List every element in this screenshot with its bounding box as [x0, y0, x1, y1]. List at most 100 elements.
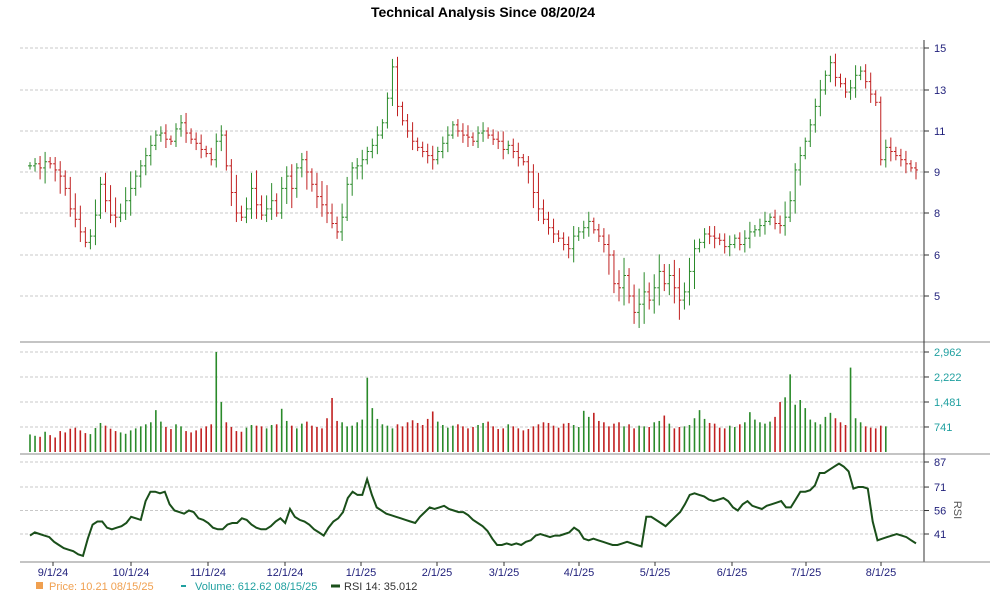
volume-bar [728, 425, 731, 452]
volume-bar [94, 428, 97, 452]
price-bar [471, 132, 475, 146]
volume-bar [200, 428, 202, 452]
volume-bar [794, 404, 796, 452]
price-bar [395, 56, 400, 117]
price-bar [133, 170, 138, 196]
volume-bar [754, 419, 756, 452]
price-bar [581, 220, 586, 239]
volume-bar [426, 418, 429, 452]
price-bar [476, 126, 481, 149]
price-bar [727, 235, 732, 257]
volume-bar [165, 427, 167, 452]
volume-bar [688, 424, 691, 452]
price-bar [168, 135, 173, 145]
price-bar [853, 65, 858, 98]
volume-bar [235, 431, 238, 452]
x-tick-label: 9/1/24 [38, 567, 69, 579]
price-bar [888, 137, 893, 162]
price-bar [556, 230, 561, 242]
price-bar [299, 152, 304, 178]
price-bar [914, 162, 918, 180]
price-bar [662, 264, 667, 292]
price-tick-label: 11 [934, 126, 945, 138]
price-bar [138, 160, 143, 188]
volume-bar [59, 431, 62, 452]
price-bar [58, 161, 63, 194]
volume-bar [170, 429, 172, 452]
rsi-tick-label: 56 [934, 506, 946, 518]
volume-bar [643, 426, 645, 452]
x-tick-label: 6/1/25 [717, 567, 748, 579]
volume-bar [879, 425, 882, 452]
price-bar [571, 226, 576, 263]
price-bar [113, 197, 118, 228]
volume-bar [84, 433, 87, 452]
chart-title: Technical Analysis Since 08/20/24 [371, 4, 595, 20]
price-bar [707, 226, 712, 245]
price-bar [768, 213, 773, 226]
volume-bar [502, 428, 505, 452]
price-bar [93, 199, 98, 246]
price-bar [163, 124, 168, 149]
price-bar [863, 64, 868, 89]
volume-bar [582, 410, 585, 452]
volume-bar [759, 422, 761, 452]
volume-bar [668, 423, 671, 452]
price-bar [350, 162, 355, 196]
price-bar [778, 215, 783, 234]
price-bar [757, 218, 762, 237]
volume-bar [532, 426, 535, 452]
volume-bar [638, 425, 640, 452]
volume-bar [301, 423, 303, 452]
price-bar [53, 157, 58, 182]
volume-bar [411, 420, 414, 452]
rsi-tick-label: 87 [934, 457, 946, 469]
volume-tick-label: 1,481 [934, 397, 962, 409]
legend-price: Price: 10.21 08/15/25 [49, 581, 154, 593]
chart-container: Technical Analysis Since 08/20/24 5 6 8 9 11… [0, 0, 1000, 600]
price-bar [103, 172, 108, 213]
price-bar [637, 288, 642, 328]
volume-bar [864, 426, 867, 452]
price-bar [732, 234, 737, 249]
volume-bar [190, 432, 192, 452]
rsi-line [29, 462, 917, 558]
volume-bar [628, 424, 630, 452]
price-bar [63, 170, 68, 196]
volume-bar [718, 427, 721, 452]
price-bar [430, 145, 435, 170]
price-bar [576, 227, 581, 241]
volume-bar [341, 422, 343, 452]
price-bar [229, 159, 234, 207]
price-bar [319, 181, 324, 217]
volume-bar [39, 436, 41, 452]
price-bar [264, 195, 269, 223]
price-bar [687, 257, 692, 306]
volume-bar [296, 428, 298, 452]
price-bar [546, 211, 551, 235]
price-bar [153, 130, 158, 151]
price-bar [642, 272, 647, 324]
volume-bar [225, 422, 228, 452]
price-bar [304, 150, 309, 190]
volume-bar [240, 431, 243, 452]
x-tick-label: 8/1/25 [866, 567, 897, 579]
volume-bar [436, 421, 439, 452]
volume-bar [577, 427, 580, 452]
legend: Price: 10.21 08/15/25 Volume: 612.62 08/… [36, 581, 417, 593]
volume-bar [799, 400, 802, 452]
price-bar [340, 203, 345, 241]
price-bar [415, 137, 420, 152]
volume-bar [522, 430, 525, 452]
volume-bar [210, 424, 213, 452]
volume-bar [598, 420, 600, 452]
price-bar [279, 176, 284, 219]
price-bar [173, 123, 178, 147]
price-bar [325, 185, 330, 224]
volume-bar [784, 397, 786, 452]
price-tick-label: 9 [934, 167, 940, 179]
price-bar [803, 137, 808, 160]
volume-bar [462, 426, 464, 452]
volume-bar [175, 424, 177, 452]
volume-bar [321, 428, 323, 452]
